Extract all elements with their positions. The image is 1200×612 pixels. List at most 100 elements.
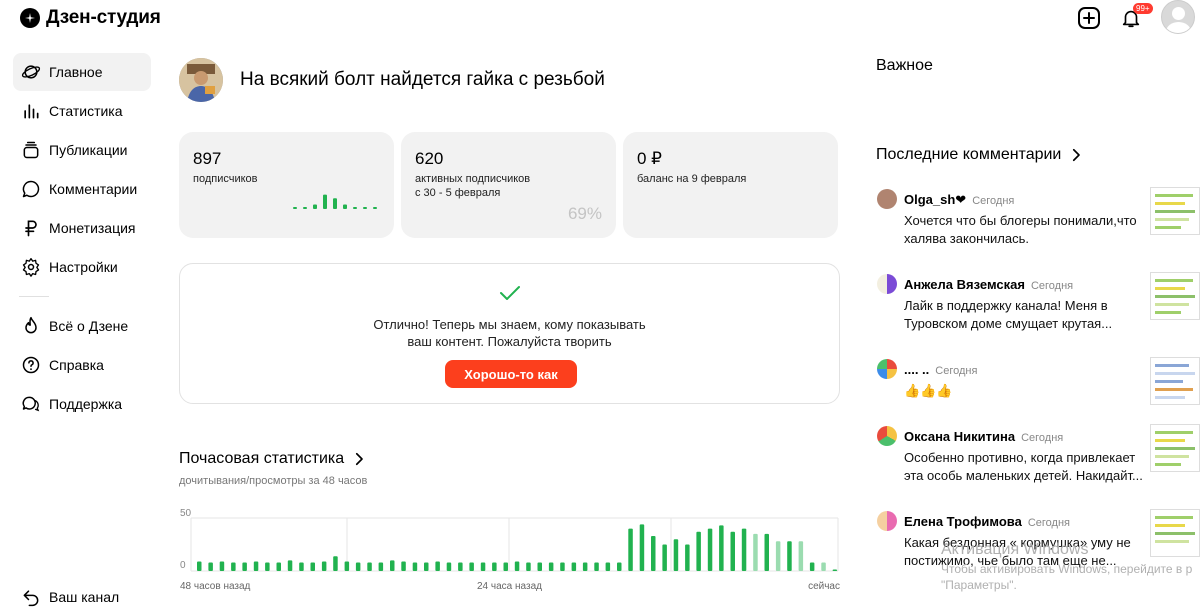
sidebar-item-about-dzen[interactable]: Всё о Дзене [13,307,151,345]
hourly-bar [719,525,724,571]
hourly-bar [253,561,259,571]
hourly-bar [208,562,213,571]
sidebar-item-label: Главное [49,64,103,80]
hourly-bar [685,544,690,571]
sidebar-item-support[interactable]: Поддержка [13,385,151,423]
comment-author-wrap: Olga_sh❤ Сегодня [904,192,1014,208]
subscribers-sparkline [293,194,377,209]
comment-time: Сегодня [1021,432,1064,444]
sidebar-item-settings[interactable]: Настройки [13,248,151,286]
hourly-bar [537,562,542,571]
your-channel-label: Ваш канал [49,589,120,605]
sidebar-item-comments[interactable]: Комментарии [13,170,151,208]
last-comments-link[interactable]: Последние комментарии [876,146,1085,164]
hourly-bar-chart: 50 0 48 часов назад 24 часа назад сейчас [180,508,840,592]
comment-author: Olga_sh❤ [904,192,967,207]
active-subscribers-card[interactable]: 620 активных подписчиков с 30 - 5 феврал… [401,132,616,238]
hourly-bar [741,528,747,571]
hourly-bar [651,536,656,571]
sidebar-item-label: Всё о Дзене [49,318,129,334]
hourly-stats-title: Почасовая статистика [179,450,345,467]
chart-bars [197,524,838,571]
active-percent: 69% [567,204,602,223]
commenter-avatar [877,359,897,379]
active-subscribers-count: 620 [415,149,444,168]
watermark-title: Активация Windows [941,541,1089,558]
sparkline-bar [303,207,307,209]
hourly-bar [458,562,463,571]
ok-button[interactable]: Хорошо-то как [445,360,577,388]
comment-author: .... .. [904,362,930,377]
watermark-text: Чтобы активировать Windows, перейдите в … [941,562,1193,592]
hourly-bar [412,562,418,571]
commenter-avatar [877,511,897,531]
hourly-stats-link[interactable]: Почасовая статистика [179,450,368,468]
hourly-bar [582,562,588,571]
comment-time: Сегодня [935,365,978,377]
hourly-bar [333,556,338,571]
planet-icon [21,62,41,82]
hourly-bar [469,562,474,571]
bar-chart-icon [21,101,41,121]
hourly-bar [673,539,679,571]
sidebar-item-label: Справка [49,357,104,373]
commenter-avatar [877,189,897,209]
comment-item[interactable]: Оксана Никитина Сегодня Особенно противно… [876,424,1200,496]
hourly-bar [798,541,804,571]
hourly-bar [367,562,372,571]
hourly-bar [219,561,225,571]
hourly-bar [764,533,769,571]
stack-icon [21,140,41,160]
success-line-1: Отлично! Теперь мы знаем, кому показыват… [373,317,646,332]
comment-author: Елена Трофимова [904,514,1022,529]
comment-icon [21,179,41,199]
comment-text: 👍👍👍 [904,383,953,398]
channel-avatar[interactable] [179,58,223,102]
dzen-studio-logo[interactable]: Дзен-студия [20,6,161,30]
hourly-bar [355,562,361,571]
comment-author: Оксана Никитина [904,429,1016,444]
sparkline-bar [373,207,377,209]
comment-item[interactable]: .... .. Сегодня 👍👍👍 [876,357,1200,429]
hourly-bar [424,562,429,571]
hourly-bar [390,560,395,571]
flame-icon [21,316,41,336]
hourly-bar [276,562,281,571]
commenter-avatar [877,274,897,294]
hourly-bar [492,562,497,571]
last-comments-title: Последние комментарии [876,146,1062,163]
sidebar-item-statistics[interactable]: Статистика [13,92,151,130]
hourly-bar [594,562,599,571]
hourly-bar [446,562,452,571]
publication-thumbnail[interactable] [1150,357,1200,405]
user-avatar[interactable] [1161,0,1195,34]
your-channel-link[interactable]: Ваш канал [13,578,151,612]
comment-author-wrap: .... .. Сегодня [904,362,977,377]
balance-card[interactable]: 0 ₽ баланс на 9 февраля [623,132,838,238]
active-subscribers-period: с 30 - 5 февраля [415,187,501,199]
y-max-label: 50 [180,508,192,519]
hourly-bar [821,562,826,571]
hourly-bar [242,562,247,571]
hourly-bar [378,562,384,571]
hourly-stats-subtitle: дочитывания/просмотры за 48 часов [179,475,368,487]
add-publication-button[interactable] [1075,4,1103,32]
comment-item[interactable]: Olga_sh❤ Сегодня Хочется что бы блогеры п… [876,187,1200,259]
subscribers-count: 897 [193,149,222,168]
publication-thumbnail[interactable] [1150,272,1200,320]
publication-thumbnail[interactable] [1150,424,1200,472]
publication-thumbnail[interactable] [1150,187,1200,235]
success-message: Отлично! Теперь мы знаем, кому показыват… [180,316,839,350]
sparkline-bar [323,194,327,209]
sidebar-item-main[interactable]: Главное [13,53,151,91]
sidebar-item-monetization[interactable]: Монетизация [13,209,151,247]
sidebar-item-help[interactable]: Справка [13,346,151,384]
hourly-bar [639,524,645,571]
hourly-bar [617,562,622,571]
subscribers-card[interactable]: 897 подписчиков [179,132,394,238]
comment-item[interactable]: Анжела Вяземская Сегодня Лайк в поддержку… [876,272,1200,344]
x-label-24h: 24 часа назад [477,581,542,592]
comment-time: Сегодня [972,195,1015,207]
hourly-bar [560,562,565,571]
sidebar-item-publications[interactable]: Публикации [13,131,151,169]
